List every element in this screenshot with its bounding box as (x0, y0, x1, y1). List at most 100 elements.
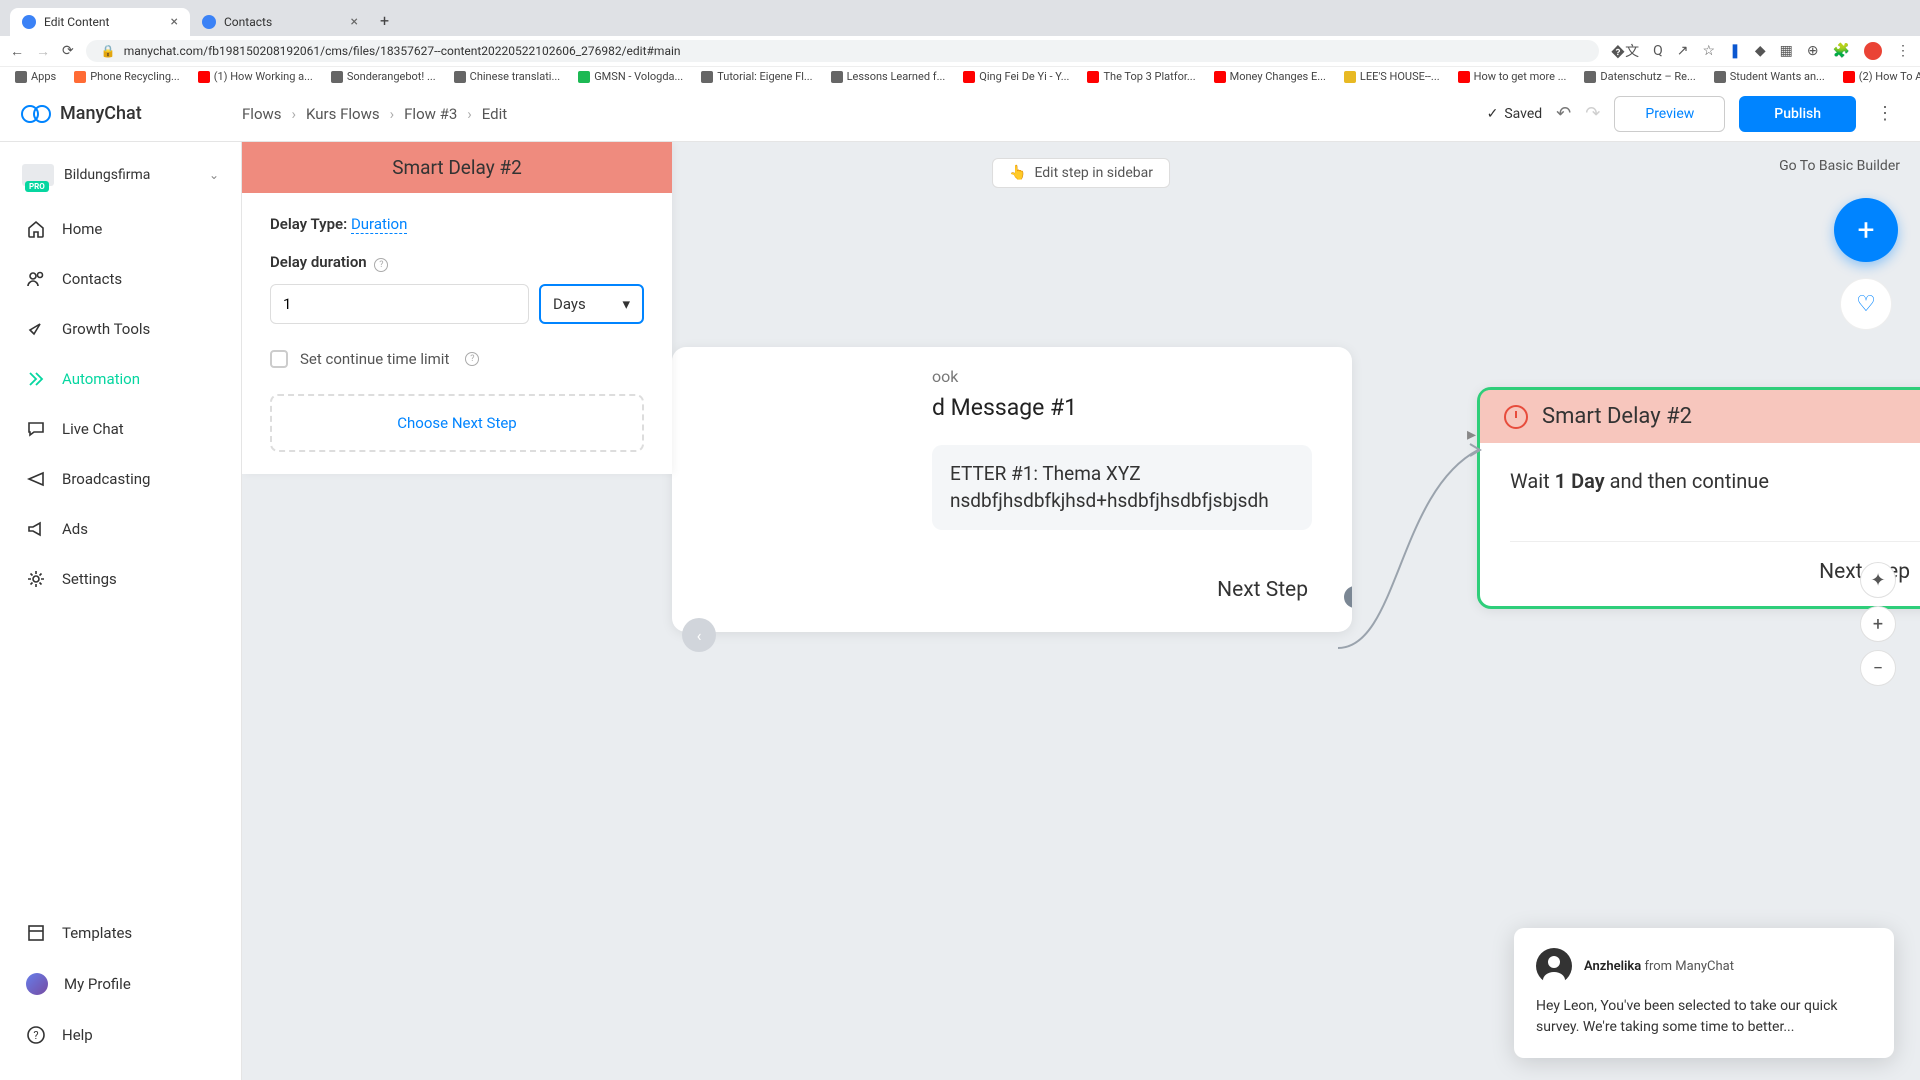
bookmark[interactable]: Tutorial: Eigene Fl... (701, 70, 812, 83)
translate-icon[interactable]: �文 (1611, 41, 1639, 61)
duration-unit-select[interactable]: Days ▾ (539, 284, 644, 324)
megaphone-icon (26, 519, 46, 539)
time-limit-checkbox[interactable] (270, 350, 288, 368)
rocket-icon (26, 319, 46, 339)
more-menu-button[interactable]: ⋮ (1870, 103, 1900, 124)
sidebar-item-broadcasting[interactable]: Broadcasting (0, 454, 241, 504)
send-icon[interactable]: ↗ (1677, 43, 1689, 59)
node-title: d Message #1 (672, 394, 1352, 437)
chat-avatar-icon (1536, 948, 1572, 984)
sidebar-item-home[interactable]: Home (0, 204, 241, 254)
zoom-in-button[interactable]: + (1860, 606, 1896, 642)
redo-button[interactable]: ↷ (1585, 103, 1600, 124)
sidebar-item-ads[interactable]: Ads (0, 504, 241, 554)
kebab-icon[interactable]: ⋮ (1896, 43, 1910, 59)
flow-canvas[interactable]: 👆 Edit step in sidebar Go To Basic Build… (242, 142, 1920, 1080)
forward-icon[interactable]: → (36, 43, 50, 60)
bookmark[interactable]: LEE'S HOUSE--... (1344, 70, 1440, 83)
bm-icon (1714, 71, 1726, 83)
undo-button[interactable]: ↶ (1556, 103, 1571, 124)
connector-line (1338, 432, 1488, 732)
clock-icon (1504, 405, 1528, 429)
ext-icon[interactable]: ◆ (1755, 43, 1766, 59)
browser-chrome: Edit Content × Contacts × + ← → ⟳ 🔒 many… (0, 0, 1920, 86)
ext-icon[interactable]: ⊕ (1807, 43, 1819, 59)
auto-arrange-button[interactable]: ✦ (1860, 562, 1896, 598)
bm-icon (1344, 71, 1356, 83)
choose-next-step-button[interactable]: Choose Next Step (270, 394, 644, 452)
chevron-down-icon: ▾ (622, 295, 630, 313)
star-icon[interactable]: ☆ (1703, 43, 1716, 59)
bookmark[interactable]: Money Changes E... (1214, 70, 1326, 83)
sidebar-item-settings[interactable]: Settings (0, 554, 241, 604)
bookmark[interactable]: The Top 3 Platfor... (1087, 70, 1195, 83)
ext-icon[interactable]: ❚ (1729, 43, 1741, 59)
delay-type-value[interactable]: Duration (351, 215, 407, 234)
bm-icon (1584, 71, 1596, 83)
edit-step-button[interactable]: 👆 Edit step in sidebar (992, 158, 1170, 188)
ext-icon[interactable]: ▦ (1780, 43, 1793, 59)
bookmark[interactable]: Sonderangebot! ... (331, 70, 436, 83)
bookmark[interactable]: (2) How To Add A... (1843, 70, 1920, 83)
bm-icon (578, 71, 590, 83)
chat-widget[interactable]: Anzhelika from ManyChat Hey Leon, You've… (1514, 928, 1894, 1058)
bookmark[interactable]: (1) How Working a... (198, 70, 313, 83)
output-port[interactable] (1344, 586, 1352, 608)
reload-icon[interactable]: ⟳ (62, 43, 74, 59)
sidebar-item-growth-tools[interactable]: Growth Tools (0, 304, 241, 354)
favorite-button[interactable]: ♡ (1840, 278, 1892, 330)
bookmark[interactable]: Student Wants an... (1714, 70, 1825, 83)
bm-icon (963, 71, 975, 83)
add-step-fab[interactable]: + (1834, 198, 1898, 262)
bookmark[interactable]: Chinese translati... (454, 70, 561, 83)
bookmark[interactable]: Lessons Learned f... (831, 70, 946, 83)
avatar-icon (26, 973, 48, 995)
users-icon (26, 269, 46, 289)
sidebar-item-automation[interactable]: Automation (0, 354, 241, 404)
bookmark[interactable]: Phone Recycling... (74, 70, 179, 83)
logo[interactable]: ManyChat (20, 98, 242, 130)
sidebar-item-profile[interactable]: My Profile (0, 958, 241, 1010)
bookmark[interactable]: Apps (15, 70, 56, 83)
go-basic-builder-link[interactable]: Go To Basic Builder (1779, 158, 1900, 174)
bookmark[interactable]: Qing Fei De Yi - Y... (963, 70, 1069, 83)
duration-input[interactable] (270, 284, 529, 324)
tab-close-icon[interactable]: × (171, 14, 178, 30)
bookmark[interactable]: How to get more ... (1458, 70, 1567, 83)
puzzle-icon[interactable]: 🧩 (1833, 43, 1850, 59)
bookmark[interactable]: Datenschutz – Re... (1584, 70, 1695, 83)
tab-close-icon[interactable]: × (351, 14, 358, 30)
help-icon[interactable]: ? (374, 258, 388, 272)
avatar-icon[interactable] (1864, 42, 1882, 60)
address-bar[interactable]: 🔒 manychat.com/fb198150208192061/cms/fil… (86, 40, 1599, 62)
back-icon[interactable]: ← (10, 43, 24, 60)
pro-badge: PRO (25, 181, 49, 192)
new-tab-button[interactable]: + (370, 5, 399, 36)
preview-button[interactable]: Preview (1614, 96, 1725, 132)
svg-text:?: ? (33, 1029, 38, 1042)
sidebar-item-contacts[interactable]: Contacts (0, 254, 241, 304)
time-limit-label: Set continue time limit (300, 350, 449, 368)
broadcast-icon (26, 469, 46, 489)
node-next-step[interactable]: Next Step (672, 544, 1352, 602)
sidebar-item-live-chat[interactable]: Live Chat (0, 404, 241, 454)
node-next-step[interactable]: Next Step (1480, 542, 1920, 606)
search-icon[interactable]: Q (1653, 43, 1663, 59)
help-icon[interactable]: ? (465, 352, 479, 366)
bookmark[interactable]: GMSN - Vologda... (578, 70, 683, 83)
browser-tab-active[interactable]: Edit Content × (10, 8, 190, 36)
workspace-selector[interactable]: PRO Bildungsfirma ⌄ (0, 154, 241, 204)
browser-tab[interactable]: Contacts × (190, 8, 370, 36)
sidebar-item-templates[interactable]: Templates (0, 908, 241, 958)
publish-button[interactable]: Publish (1739, 96, 1856, 132)
zoom-out-button[interactable]: − (1860, 650, 1896, 686)
breadcrumb-item[interactable]: Kurs Flows (306, 105, 380, 123)
flow-node-smart-delay[interactable]: ▸ Smart Delay #2 Wait 1 Day and then con… (1477, 387, 1920, 609)
breadcrumb-item[interactable]: Flow #3 (404, 105, 457, 123)
breadcrumb-item[interactable]: Flows (242, 105, 282, 123)
bm-icon (74, 71, 86, 83)
flow-node-message[interactable]: ook d Message #1 ETTER #1: Thema XYZ nsd… (672, 347, 1352, 632)
sidebar-item-help[interactable]: ?Help (0, 1010, 241, 1060)
bm-icon (1843, 71, 1855, 83)
prev-card-button[interactable]: ‹ (682, 618, 716, 652)
